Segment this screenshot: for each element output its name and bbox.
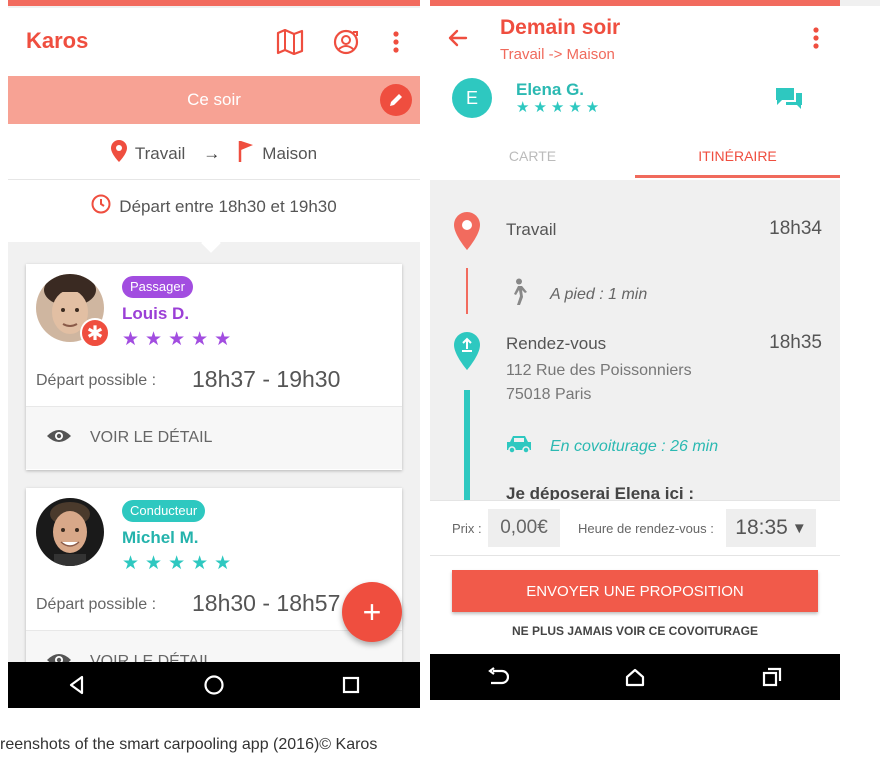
person-name: Michel M. xyxy=(122,528,199,547)
depart-value: 18h30 - 18h57 xyxy=(192,590,341,616)
depart-value: 18h37 - 19h30 xyxy=(192,366,341,392)
driver-avatar: E xyxy=(452,78,492,118)
carpool-badge-icon: ✱ xyxy=(80,318,110,348)
meeting-address-line1: 112 Rue des Poissonniers xyxy=(506,362,692,379)
tab-itineraire[interactable]: ITINÉRAIRE xyxy=(635,136,840,178)
depart-label: Départ possible : xyxy=(36,372,157,389)
meeting-address-line2: 75018 Paris xyxy=(506,386,592,403)
route-summary: Travail → Maison Départ entre 18h30 et 1… xyxy=(8,124,420,242)
flag-icon xyxy=(238,140,254,167)
meeting-pin-icon xyxy=(454,332,480,375)
rating-stars: ★★★★★ xyxy=(122,553,238,574)
nav-home-icon[interactable] xyxy=(615,657,655,697)
walking-icon xyxy=(508,278,528,311)
walk-duration: A pied : 1 min xyxy=(550,286,648,303)
chat-icon[interactable] xyxy=(774,86,804,112)
add-fab-button[interactable]: + xyxy=(342,582,402,642)
avatar xyxy=(36,498,104,566)
nav-recents-icon[interactable] xyxy=(752,657,792,697)
meeting-title: Rendez-vous xyxy=(506,334,607,353)
clock-icon xyxy=(91,194,111,219)
walk-line xyxy=(466,268,468,314)
divider xyxy=(8,179,420,180)
route-arrow: → xyxy=(203,143,221,163)
eye-icon xyxy=(46,428,72,449)
nav-back-icon[interactable] xyxy=(478,657,518,697)
chevron-down-icon: ▼ xyxy=(791,519,807,537)
proposal-bar: Prix : 0,00€ Heure de rendez-vous : 18:3… xyxy=(430,500,840,556)
page-subtitle: Travail -> Maison xyxy=(500,46,615,63)
location-pin-icon xyxy=(454,212,480,255)
person-name: Louis D. xyxy=(122,304,190,323)
meeting-time-label: 18h35 xyxy=(769,332,822,353)
banner-title: Ce soir xyxy=(187,90,241,109)
more-vert-icon[interactable] xyxy=(802,26,830,54)
carpool-line xyxy=(464,390,470,500)
location-pin-icon xyxy=(110,140,127,167)
decorative-strip xyxy=(840,0,880,6)
tab-bar: CARTE ITINÉRAIRE xyxy=(430,136,840,178)
nav-back-icon[interactable] xyxy=(57,665,97,705)
left-phone-screen: Karos Ce soir Travail → Maison Départ en… xyxy=(8,0,420,708)
route-row: Travail → Maison xyxy=(8,140,420,167)
right-phone-screen: Demain soir Travail -> Maison E Elena G.… xyxy=(430,0,840,708)
profile-switch-icon[interactable] xyxy=(332,28,360,56)
route-to: Maison xyxy=(262,143,318,163)
price-input[interactable]: 0,00€ xyxy=(488,509,560,547)
carpool-duration: En covoiturage : 26 min xyxy=(550,438,719,455)
more-vert-icon[interactable] xyxy=(382,28,410,56)
match-card[interactable]: ✱ Passager Louis D. ★★★★★ Départ possibl… xyxy=(26,264,402,470)
meeting-time-field-label: Heure de rendez-vous : xyxy=(578,521,714,536)
role-badge: Passager xyxy=(122,276,193,298)
never-show-link[interactable]: NE PLUS JAMAIS VOIR CE COVOITURAGE xyxy=(430,624,840,638)
back-arrow-icon[interactable] xyxy=(446,26,474,54)
page: Karos Ce soir Travail → Maison Départ en… xyxy=(0,0,880,764)
itinerary-panel: Travail 18h34 A pied : 1 min Rendez-vous… xyxy=(430,180,840,500)
app-bar: Karos xyxy=(8,8,420,76)
itinerary-start-time: 18h34 xyxy=(769,218,822,239)
rating-stars: ★★★★★ xyxy=(122,329,238,350)
role-badge: Conducteur xyxy=(122,500,206,522)
itinerary-start-place: Travail xyxy=(506,220,557,239)
meeting-time-value: 18:35 xyxy=(735,516,788,539)
day-banner: Ce soir xyxy=(8,76,420,124)
depart-label: Départ possible : xyxy=(36,596,157,613)
rating-stars: ★★★★★ xyxy=(516,99,604,116)
driver-name: Elena G. xyxy=(516,80,585,99)
departure-window-row: Départ entre 18h30 et 19h30 xyxy=(8,194,420,219)
view-detail-button[interactable]: VOIR LE DÉTAIL xyxy=(26,407,402,469)
status-strip xyxy=(8,0,420,6)
route-from: Travail xyxy=(134,143,186,163)
departure-window: Départ entre 18h30 et 19h30 xyxy=(119,196,337,216)
send-proposal-button[interactable]: ENVOYER UNE PROPOSITION xyxy=(452,570,818,612)
page-title: Demain soir xyxy=(500,16,621,39)
image-caption: reenshots of the smart carpooling app (2… xyxy=(0,736,378,753)
price-label: Prix : xyxy=(452,521,482,536)
status-strip xyxy=(430,0,840,6)
nav-home-icon[interactable] xyxy=(194,665,234,705)
map-icon[interactable] xyxy=(276,28,304,56)
meeting-time-select[interactable]: 18:35 ▼ xyxy=(726,509,816,547)
tab-carte[interactable]: CARTE xyxy=(430,136,635,178)
car-icon xyxy=(506,434,532,459)
view-detail-label: VOIR LE DÉTAIL xyxy=(90,429,213,446)
android-nav-bar xyxy=(8,662,420,708)
dropoff-text: Je déposerai Elena ici : xyxy=(506,484,695,500)
android-nav-bar xyxy=(430,654,840,700)
nav-recents-icon[interactable] xyxy=(331,665,371,705)
edit-pencil-icon[interactable] xyxy=(380,84,412,116)
app-brand: Karos xyxy=(26,28,89,53)
